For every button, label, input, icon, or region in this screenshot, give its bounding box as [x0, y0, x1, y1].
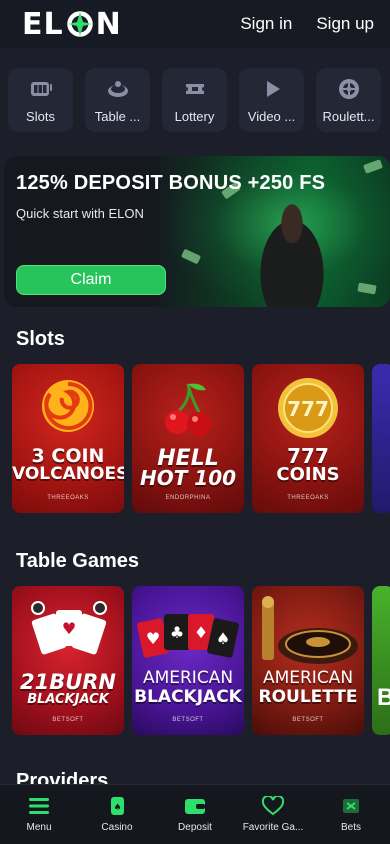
- game-provider: BETSOFT: [292, 717, 324, 723]
- banner-subtitle: Quick start with ELON: [16, 206, 144, 221]
- category-label: Roulett...: [322, 108, 375, 124]
- game-title: HOT 100: [139, 466, 237, 490]
- category-table-games[interactable]: Table ...: [85, 68, 150, 132]
- game-title: AMERICAN: [142, 668, 234, 688]
- slot-machine-icon: [30, 81, 52, 96]
- banner-title: 125% DEPOSIT BONUS +250 FS: [16, 172, 326, 194]
- nav-label: Favorite Ga...: [242, 822, 304, 833]
- category-label: Table ...: [94, 108, 141, 124]
- game-tile-partial[interactable]: B: [372, 586, 390, 735]
- category-label: Lottery: [174, 108, 215, 124]
- svg-text:♥: ♥: [146, 629, 160, 648]
- nav-label: Bets: [340, 822, 361, 833]
- game-title: 21BURN: [19, 670, 117, 694]
- elon-logo[interactable]: EL N: [22, 7, 122, 42]
- menu-icon: [29, 798, 49, 814]
- svg-text:♠: ♠: [216, 629, 230, 648]
- banner-figure-image: [246, 196, 338, 307]
- game-provider: THREEOAKS: [47, 495, 89, 501]
- logo-text-left: EL: [22, 6, 64, 42]
- game-title: COINS: [276, 464, 340, 485]
- svg-text:♦: ♦: [194, 623, 208, 642]
- swirl-icon: [42, 380, 94, 432]
- svg-text:♠: ♠: [113, 803, 121, 813]
- category-video-poker[interactable]: Video ...: [239, 68, 304, 132]
- partial-title: B: [377, 684, 390, 711]
- game-tile-american-blackjack[interactable]: ♥ ♣ ♦ ♠ AMERICAN BLACKJACK BETSOFT: [132, 586, 244, 735]
- claim-button[interactable]: Claim: [16, 265, 166, 295]
- table-games-section-title[interactable]: Table Games: [16, 550, 139, 573]
- roulette-wheel-icon: [107, 80, 128, 97]
- game-title: 777: [287, 444, 329, 468]
- logo-o-icon: [66, 10, 94, 38]
- game-provider: BETSOFT: [172, 717, 204, 723]
- nav-label: Casino: [101, 822, 133, 833]
- category-label: Slots: [26, 108, 55, 124]
- nav-favorite-games[interactable]: Favorite Ga...: [234, 785, 312, 844]
- game-tile-777-coins[interactable]: 777 777 COINS THREEOAKS: [252, 364, 364, 513]
- slots-row: 3 COIN VOLCANOES THREEOAKS HELL HOT 100 …: [12, 364, 390, 513]
- category-bar: Slots Table ... Lottery Video ... Roulet…: [8, 68, 381, 132]
- nav-label: Deposit: [178, 822, 212, 833]
- cards-chips-icon: ♥: [31, 601, 107, 655]
- game-title: BLACKJACK: [27, 692, 109, 707]
- nav-label: Menu: [26, 822, 52, 833]
- category-label: Video ...: [247, 108, 296, 124]
- game-provider: THREEOAKS: [287, 495, 329, 501]
- nav-casino[interactable]: ♠ Casino: [78, 785, 156, 844]
- bets-icon: [343, 799, 359, 813]
- game-tile-3-coin-volcanoes[interactable]: 3 COIN VOLCANOES THREEOAKS: [12, 364, 124, 513]
- game-title: BLACKJACK: [134, 687, 242, 707]
- game-tile-partial[interactable]: [372, 364, 390, 513]
- slots-section-title[interactable]: Slots: [16, 328, 65, 351]
- wallet-icon: [185, 799, 205, 814]
- svg-text:♣: ♣: [170, 623, 184, 642]
- gold-coin-icon: 777: [278, 378, 338, 438]
- table-games-row: ♥ 21BURN BLACKJACK BETSOFT ♥ ♣ ♦ ♠ AMERI…: [12, 586, 390, 735]
- game-tile-21-burn-blackjack[interactable]: ♥ 21BURN BLACKJACK BETSOFT: [12, 586, 124, 735]
- game-provider: ENDORPHINA: [165, 495, 211, 501]
- category-lottery[interactable]: Lottery: [162, 68, 227, 132]
- heart-icon: [262, 796, 284, 816]
- game-tile-american-roulette[interactable]: AMERICAN ROULETTE BETSOFT: [252, 586, 364, 735]
- nav-menu[interactable]: Menu: [0, 785, 78, 844]
- playing-cards-icon: ♥ ♣ ♦ ♠: [137, 614, 239, 658]
- casino-icon: ♠: [111, 797, 124, 815]
- ticket-icon: [185, 83, 204, 94]
- bottom-navigation: Menu ♠ Casino Deposit Favorite Ga... Bet…: [0, 784, 390, 844]
- nav-deposit[interactable]: Deposit: [156, 785, 234, 844]
- category-slots[interactable]: Slots: [8, 68, 73, 132]
- top-header: EL N Sign in Sign up: [0, 0, 390, 48]
- sign-up-button[interactable]: Sign up: [316, 14, 374, 34]
- sign-in-button[interactable]: Sign in: [240, 14, 292, 34]
- category-roulette[interactable]: Roulett...: [316, 68, 381, 132]
- game-tile-hell-hot-100[interactable]: HELL HOT 100 ENDORPHINA: [132, 364, 244, 513]
- cherry-icon: [165, 383, 211, 436]
- game-title: AMERICAN: [262, 668, 354, 688]
- play-icon: [266, 80, 280, 97]
- roulette-wheel-icon: [262, 596, 358, 664]
- game-title: VOLCANOES: [12, 464, 124, 484]
- logo-text-right: N: [95, 6, 122, 42]
- nav-bets[interactable]: Bets: [312, 785, 390, 844]
- svg-text:♥: ♥: [62, 619, 76, 638]
- game-title: ROULETTE: [258, 687, 358, 707]
- roulette-icon: [338, 78, 359, 99]
- promo-banner[interactable]: 125% DEPOSIT BONUS +250 FS Quick start w…: [4, 156, 390, 307]
- game-provider: BETSOFT: [52, 717, 84, 723]
- svg-text:777: 777: [287, 397, 329, 421]
